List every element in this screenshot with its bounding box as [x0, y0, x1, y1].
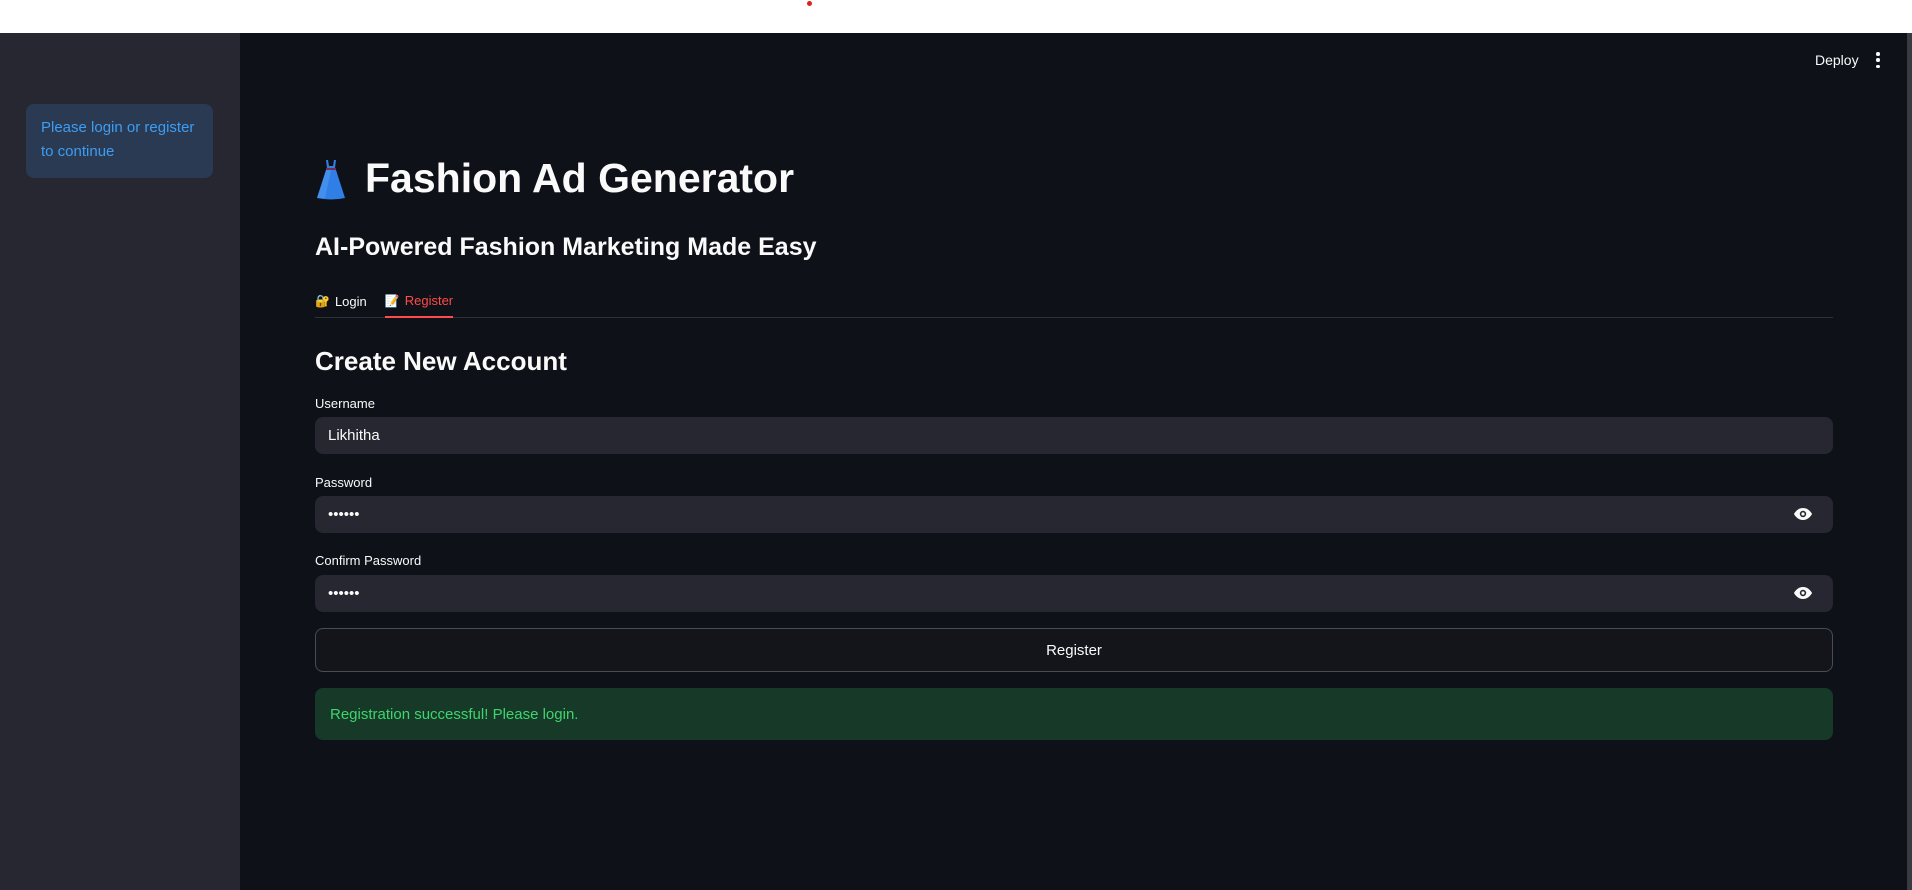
confirm-password-input[interactable]: ••••••: [315, 575, 1833, 612]
password-label: Password: [315, 475, 373, 490]
browser-top-bar: [0, 0, 1912, 33]
main-content: Deploy Fashion Ad Generator AI-Powered F…: [240, 33, 1907, 890]
success-alert: Registration successful! Please login.: [315, 688, 1833, 740]
success-message: Registration successful! Please login.: [330, 705, 579, 723]
username-label: Username: [315, 396, 375, 411]
login-info-alert: Please login or register to continue: [26, 104, 213, 178]
title-text: Fashion Ad Generator: [365, 155, 795, 201]
window-edge: [1907, 33, 1912, 890]
info-message: Please login or register to continue: [41, 119, 195, 160]
tab-register[interactable]: 📝 Register: [384, 285, 454, 318]
page-subtitle: AI-Powered Fashion Marketing Made Easy: [315, 233, 817, 261]
eye-icon[interactable]: [1793, 507, 1813, 521]
recording-indicator: [807, 1, 812, 6]
password-input[interactable]: ••••••: [315, 496, 1833, 533]
dress-icon: [317, 159, 345, 199]
eye-icon[interactable]: [1793, 586, 1813, 600]
register-button[interactable]: Register: [315, 628, 1833, 672]
memo-icon: 📝: [384, 293, 400, 308]
sidebar: Please login or register to continue: [0, 33, 240, 890]
vertical-dots-icon[interactable]: [1872, 50, 1884, 70]
tab-login[interactable]: 🔐 Login: [315, 285, 367, 317]
tab-bar: 🔐 Login 📝 Register: [315, 285, 1833, 318]
confirm-password-value: ••••••: [328, 585, 360, 602]
confirm-password-label: Confirm Password: [315, 553, 422, 568]
username-input[interactable]: Likhitha: [315, 417, 1833, 454]
tab-label: Register: [404, 293, 454, 308]
page-title: Fashion Ad Generator: [315, 155, 794, 202]
password-value: ••••••: [328, 506, 360, 523]
tab-label: Login: [334, 293, 367, 309]
lock-icon: 🔐: [315, 294, 330, 308]
username-value: Likhitha: [328, 427, 380, 444]
form-heading: Create New Account: [315, 346, 567, 376]
deploy-button[interactable]: Deploy: [1815, 52, 1859, 68]
